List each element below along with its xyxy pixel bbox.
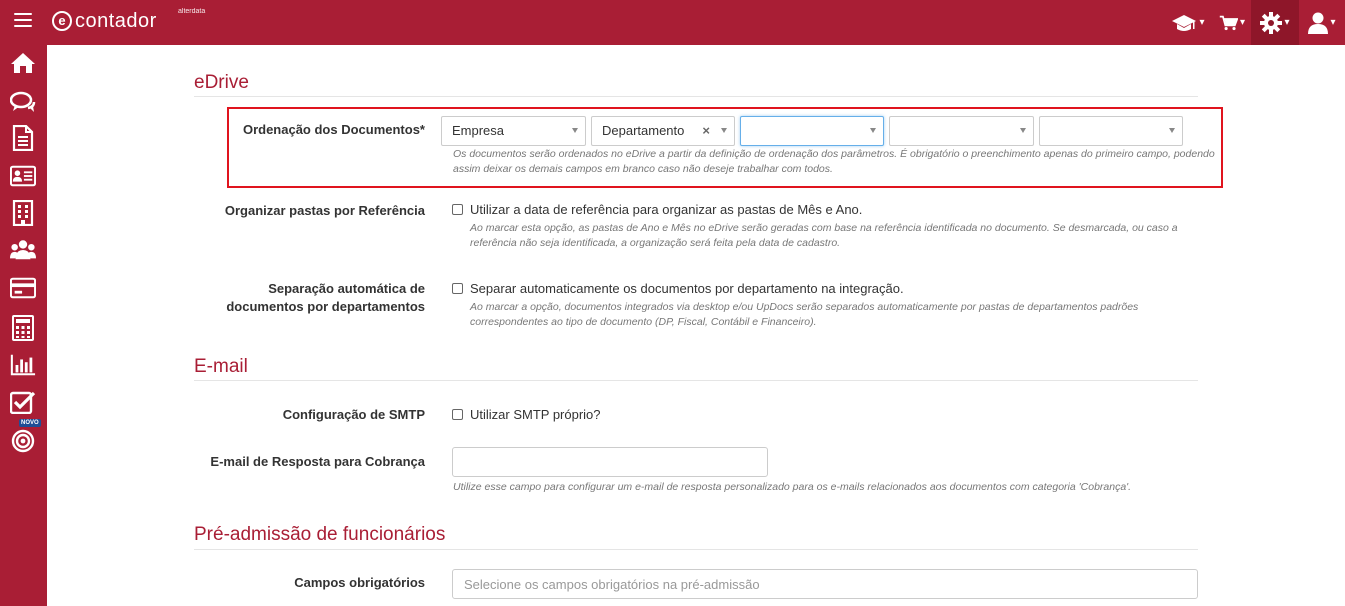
pastas-checkbox-row[interactable]: Utilizar a data de referência para organ… xyxy=(452,202,862,217)
logo-text: contador xyxy=(75,10,157,32)
credit-card-icon xyxy=(10,277,36,299)
section-title-edrive: eDrive xyxy=(194,72,249,93)
smtp-checkbox-row[interactable]: Utilizar SMTP próprio? xyxy=(452,407,601,422)
resposta-label: E-mail de Resposta para Cobrança xyxy=(210,454,425,469)
sidebar-item-companies[interactable] xyxy=(10,200,36,226)
sidebar-item-home[interactable] xyxy=(10,50,36,76)
pastas-help: Ao marcar esta opção, as pastas de Ano e… xyxy=(470,222,1178,249)
dropdown-arrow-icon xyxy=(1020,128,1026,133)
dropdown-arrow-icon xyxy=(572,128,578,133)
sidebar-item-chat[interactable] xyxy=(10,89,36,115)
checkbox-icon xyxy=(10,391,36,414)
gear-icon xyxy=(1260,11,1283,34)
novo-badge: NOVO xyxy=(19,419,41,427)
select-value: Empresa xyxy=(452,123,505,138)
building-icon xyxy=(12,200,34,226)
chevron-down-icon: ▾ xyxy=(1239,17,1245,28)
home-icon xyxy=(11,53,35,73)
smtp-checkbox[interactable] xyxy=(452,409,463,420)
campos-multiselect[interactable]: Selecione os campos obrigatórios na pré-… xyxy=(452,569,1198,599)
training-menu[interactable]: ▾ xyxy=(1163,0,1213,45)
target-icon xyxy=(11,429,35,453)
ordenacao-select-2[interactable]: Departamento × xyxy=(591,116,735,146)
settings-menu[interactable]: ▾ xyxy=(1251,0,1299,45)
menu-icon[interactable] xyxy=(14,13,32,29)
document-icon xyxy=(12,125,34,151)
sidebar: NOVO xyxy=(0,45,47,606)
sidebar-item-users[interactable] xyxy=(10,237,36,263)
section-title-preadmissao: Pré-admissão de funcionários xyxy=(194,524,446,545)
sidebar-item-reports[interactable] xyxy=(10,352,36,378)
calculator-icon xyxy=(12,315,34,341)
ordenacao-select-3[interactable] xyxy=(740,116,884,146)
pastas-checkbox-label[interactable]: Utilizar a data de referência para organ… xyxy=(470,202,862,217)
section-divider xyxy=(194,380,1198,381)
ordenacao-select-5[interactable] xyxy=(1039,116,1183,146)
ordenacao-select-4[interactable] xyxy=(889,116,1034,146)
top-bar: e contador alterdata ▾ ▾ ▾ ▾ xyxy=(0,0,1345,45)
cart-icon xyxy=(1219,15,1238,30)
cart-menu[interactable]: ▾ xyxy=(1213,0,1251,45)
pastas-checkbox[interactable] xyxy=(452,204,463,215)
sidebar-item-contacts[interactable] xyxy=(10,163,36,189)
pastas-label: Organizar pastas por Referência xyxy=(224,203,425,218)
dropdown-arrow-icon xyxy=(721,128,727,133)
separacao-checkbox-label[interactable]: Separar automaticamente os documentos po… xyxy=(470,281,904,296)
select-value: Departamento xyxy=(602,123,685,138)
sidebar-item-calculator[interactable] xyxy=(10,315,36,341)
section-title-email: E-mail xyxy=(194,356,248,377)
chat-icon xyxy=(10,91,36,112)
resposta-email-input[interactable] xyxy=(452,447,768,477)
sidebar-item-documents[interactable] xyxy=(10,125,36,151)
graduation-cap-icon xyxy=(1172,14,1197,31)
separacao-label: Separação automática de documentos por d… xyxy=(226,281,425,314)
section-divider xyxy=(194,549,1198,550)
sidebar-item-payments[interactable] xyxy=(10,275,36,301)
resposta-help: Utilize esse campo para configurar um e-… xyxy=(453,481,1132,493)
user-menu[interactable]: ▾ xyxy=(1299,0,1345,45)
smtp-label: Configuração de SMTP xyxy=(282,407,425,422)
id-card-icon xyxy=(10,165,36,187)
dropdown-arrow-icon xyxy=(870,128,876,133)
separacao-help: Ao marcar a opção, documentos integrados… xyxy=(470,301,1139,328)
smtp-checkbox-label[interactable]: Utilizar SMTP próprio? xyxy=(470,407,601,422)
sidebar-item-targets[interactable] xyxy=(10,428,36,454)
separacao-checkbox-row[interactable]: Separar automaticamente os documentos po… xyxy=(452,281,904,296)
separacao-checkbox[interactable] xyxy=(452,283,463,294)
chevron-down-icon: ▾ xyxy=(1199,17,1205,28)
sidebar-item-tasks[interactable] xyxy=(10,389,36,415)
section-divider xyxy=(194,96,1198,97)
campos-label: Campos obrigatórios xyxy=(294,575,425,590)
logo-brand: alterdata xyxy=(178,8,206,15)
dropdown-arrow-icon xyxy=(1169,128,1175,133)
chevron-down-icon: ▾ xyxy=(1284,17,1290,28)
ordenacao-help: Os documentos serão ordenados no eDrive … xyxy=(453,148,1215,175)
ordenacao-select-1[interactable]: Empresa xyxy=(441,116,586,146)
users-icon xyxy=(10,240,36,260)
logo-letter: e xyxy=(52,10,72,31)
top-actions: ▾ ▾ ▾ ▾ xyxy=(1163,0,1345,45)
ordenacao-label: Ordenação dos Documentos* xyxy=(242,122,425,137)
user-icon xyxy=(1308,12,1329,34)
app-logo[interactable]: e contador alterdata xyxy=(52,8,205,32)
bar-chart-icon xyxy=(10,354,36,376)
chevron-down-icon: ▾ xyxy=(1330,17,1336,28)
main-content: eDrive Ordenação dos Documentos* Empresa… xyxy=(47,45,1345,606)
clear-icon[interactable]: × xyxy=(702,123,710,138)
